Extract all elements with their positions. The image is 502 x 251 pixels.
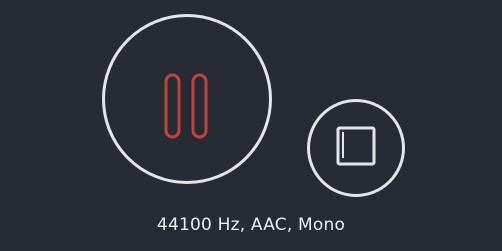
stop-icon bbox=[336, 126, 376, 166]
pause-button[interactable] bbox=[102, 14, 272, 184]
audio-format-label: 44100 Hz, AAC, Mono bbox=[156, 215, 346, 235]
stop-button[interactable] bbox=[307, 99, 405, 197]
pause-icon bbox=[164, 73, 208, 139]
